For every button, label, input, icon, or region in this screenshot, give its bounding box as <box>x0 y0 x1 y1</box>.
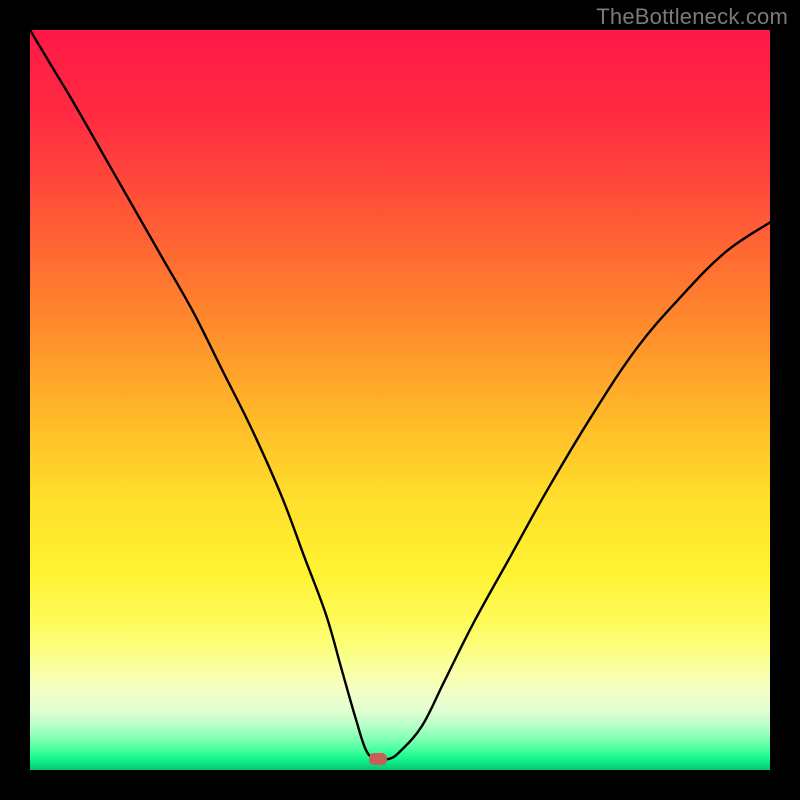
bottleneck-curve <box>30 30 770 770</box>
curve-path <box>30 30 770 760</box>
plot-area <box>30 30 770 770</box>
chart-frame: TheBottleneck.com <box>0 0 800 800</box>
current-config-marker <box>369 753 387 765</box>
watermark-text: TheBottleneck.com <box>596 4 788 30</box>
